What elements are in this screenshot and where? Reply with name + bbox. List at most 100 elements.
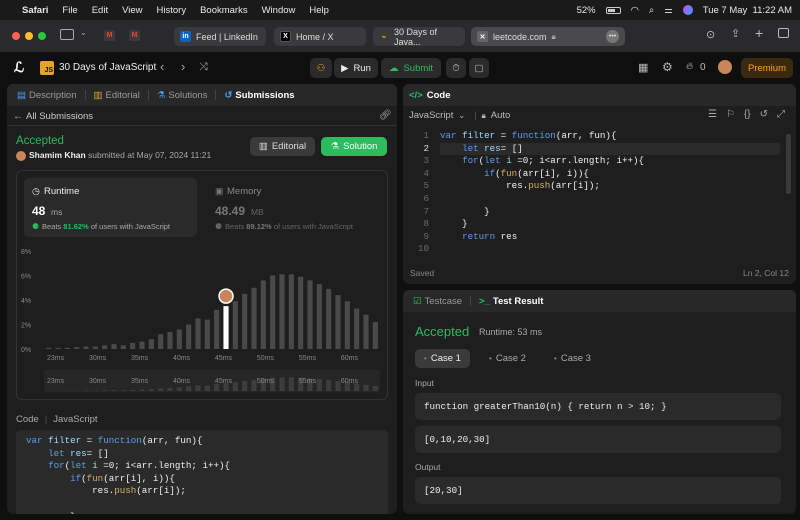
chart-bar[interactable] [288,274,294,349]
minimize-window-button[interactable] [25,32,33,40]
solution-button[interactable]: ⚗ Solution [321,137,387,156]
share-link-icon[interactable]: 🔗︎ [379,110,392,121]
chart-bar[interactable] [55,347,61,349]
chart-bar[interactable] [64,347,70,349]
auto-mode[interactable]: Auto [491,110,511,121]
case-3-tab[interactable]: • Case 3 [545,349,600,368]
tab-testcase[interactable]: ☑ Testcase [409,296,466,307]
tab-overview-icon[interactable] [778,28,789,38]
chart-bar[interactable] [195,318,201,349]
share-icon[interactable]: ⇪ [731,27,740,40]
shuffle-icon[interactable]: ⤨ [199,61,208,74]
tab-test-result[interactable]: >_ Test Result [475,296,547,307]
chart-bar[interactable] [83,346,89,349]
chart-bar[interactable] [279,274,285,349]
user-position-avatar[interactable] [218,288,234,304]
sidebar-toggle-icon[interactable] [60,29,74,40]
tab-leetcode-active[interactable]: ✕ leetcode.com 🔒︎ ••• [471,27,625,46]
avatar[interactable] [718,60,732,74]
chart-bar[interactable] [102,345,108,349]
back-arrow-icon[interactable]: ← [13,111,23,122]
chart-bar[interactable] [130,342,136,349]
streak-fire-icon[interactable]: 🔥︎ [686,61,693,72]
wifi-icon[interactable]: ◠ [631,5,639,16]
reset-icon[interactable]: ↺ [760,109,768,120]
control-center-icon[interactable]: ⚌ [664,5,673,16]
tab-x[interactable]: X Home / X [274,27,366,46]
chart-bar[interactable] [204,319,210,349]
memory-card[interactable]: ▣ Memory 48.49 MB ⚈ Beats 89.12% of user… [207,178,382,237]
tab-30-days[interactable]: ⌁ 30 Days of Java... [373,27,465,47]
author-name[interactable]: Shamim Khan [29,150,86,160]
chart-bar[interactable] [363,314,369,349]
menu-view[interactable]: View [122,5,142,16]
output-value[interactable]: [20,30] [415,477,781,504]
settings-gear-icon[interactable]: ⚙ [662,60,673,74]
chevron-down-icon[interactable]: ⌄ [458,111,465,120]
timer-icon[interactable]: ⏱ [446,58,466,78]
chart-bar[interactable] [326,288,332,349]
address-bar-url[interactable]: leetcode.com [493,32,547,42]
menu-help[interactable]: Help [309,5,329,16]
chart-bar[interactable] [46,347,52,349]
gmail-pinned-icon[interactable]: M [129,30,140,41]
menu-file[interactable]: File [62,5,77,16]
editor-scrollbar[interactable] [786,134,791,194]
gmail-pinned-icon[interactable]: M [104,30,115,41]
chart-bar[interactable] [176,329,182,349]
tab-description[interactable]: ▤ Description [13,90,81,101]
problem-list-badge[interactable]: JS [40,61,54,75]
format-icon[interactable]: ☰ [708,109,717,120]
chart-bar[interactable] [111,344,117,349]
bookmark-icon[interactable]: ⚐ [726,109,735,120]
menubar-datetime[interactable]: Tue 7 May 11:22 AM [703,5,792,16]
chart-bar[interactable] [251,287,257,349]
tab-submissions[interactable]: ↺ Submissions [220,90,298,101]
siri-icon[interactable] [682,5,693,15]
case-1-tab[interactable]: • Case 1 [415,349,470,368]
chart-bar[interactable] [335,295,341,349]
chart-bar[interactable] [242,293,248,349]
search-icon[interactable]: ⌕ [649,5,654,16]
zoom-window-button[interactable] [38,32,46,40]
layout-grid-icon[interactable]: ▦ [638,61,648,74]
chart-bar[interactable] [214,309,220,349]
runtime-card[interactable]: ◷ Runtime 48 ms ⚈ Beats 81.62% of users … [24,178,197,237]
case-2-tab[interactable]: • Case 2 [480,349,535,368]
code-editor-text[interactable]: var filter = function(arr, fun){ let res… [440,130,780,256]
debug-icon[interactable]: ⚇ [310,58,332,78]
leetcode-logo-icon[interactable]: ℒ [14,59,24,76]
prev-problem-icon[interactable]: ‹ [160,59,164,74]
tab-close-icon[interactable]: ✕ [477,31,488,42]
chart-bar[interactable] [167,331,173,349]
chart-bar[interactable] [372,322,378,349]
braces-icon[interactable]: {} [744,109,751,120]
notes-icon[interactable]: ▢ [469,58,489,78]
chart-bar[interactable] [158,334,164,349]
chart-bar[interactable] [148,339,154,349]
menu-edit[interactable]: Edit [92,5,108,16]
chevron-down-icon[interactable]: ⌄ [80,28,87,37]
submitted-code[interactable]: var filter = function(arr, fun){ let res… [16,430,388,514]
chart-bar[interactable] [120,345,126,349]
chart-bar[interactable] [316,284,322,349]
chart-bar[interactable] [298,276,304,349]
chart-bar[interactable] [270,275,276,350]
problem-list-title[interactable]: 30 Days of JavaScript [59,62,156,73]
chart-bar[interactable] [344,301,350,349]
chart-bar[interactable] [139,341,145,349]
downloads-icon[interactable]: ⊙ [706,28,715,41]
language-select[interactable]: JavaScript [409,110,453,121]
premium-button[interactable]: Premium [741,58,793,78]
tab-editorial[interactable]: ▥ Editorial [90,90,144,101]
chart-bar[interactable] [232,301,238,349]
editorial-button[interactable]: ▥ Editorial [250,137,315,156]
close-window-button[interactable] [12,32,20,40]
chart-bar[interactable] [260,280,266,349]
input-value-1[interactable]: function greaterThan10(n) { return n > 1… [415,393,781,420]
tab-linkedin[interactable]: in Feed | LinkedIn [174,27,266,46]
chart-bar[interactable] [74,347,80,349]
new-tab-icon[interactable]: + [755,25,763,41]
menu-history[interactable]: History [157,5,187,16]
tab-solutions[interactable]: ⚗ Solutions [153,90,212,101]
